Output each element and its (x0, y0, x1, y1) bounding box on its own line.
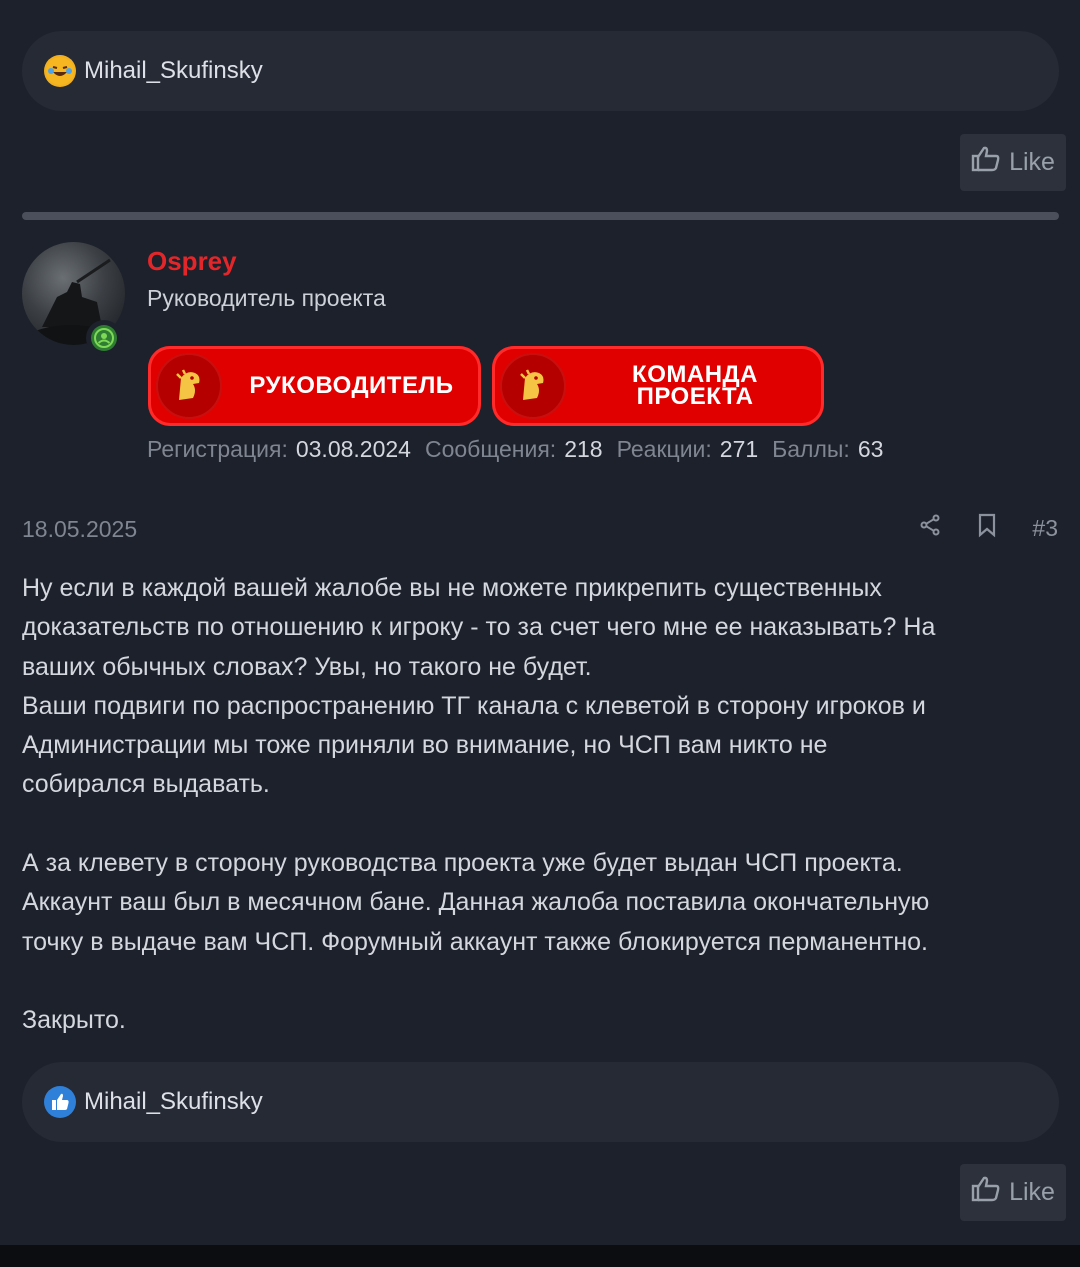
stat-value: 03.08.2024 (295, 436, 411, 462)
horse-emblem-icon (500, 353, 566, 419)
post-divider (22, 212, 1059, 220)
like-button[interactable]: Like (960, 134, 1066, 191)
bookmark-icon[interactable] (976, 512, 998, 544)
stat-label: Сообщения: (424, 436, 557, 462)
author-stats: Регистрация: 03.08.2024 Сообщения: 218 Р… (147, 436, 889, 463)
like-label: Like (1009, 148, 1055, 176)
stat-label: Регистрация: (147, 436, 288, 462)
like-reaction-icon (44, 1086, 76, 1118)
banner-text: КОМАНДА ПРОЕКТА (566, 363, 824, 410)
role-banner-team: КОМАНДА ПРОЕКТА (492, 346, 824, 426)
reaction-users[interactable]: Mihail_Skufinsky (84, 57, 263, 85)
like-label: Like (1009, 1178, 1055, 1206)
stat-value: 63 (857, 436, 884, 462)
post-number-link[interactable]: #3 (1032, 515, 1058, 542)
laughing-emoji-icon (44, 55, 76, 87)
banner-text: РУКОВОДИТЕЛЬ (249, 372, 454, 399)
thumbs-up-icon (971, 1175, 1001, 1210)
post-author-title: Руководитель проекта (147, 285, 386, 311)
horse-emblem-icon (156, 353, 222, 419)
stat-value: 218 (564, 436, 603, 462)
share-icon[interactable] (918, 513, 942, 543)
reactions-bar[interactable]: Mihail_Skufinsky (22, 1062, 1059, 1142)
reactions-bar-previous[interactable]: Mihail_Skufinsky (22, 31, 1059, 111)
banner-line: ПРОЕКТА (636, 383, 754, 410)
stat-label: Реакции: (616, 436, 712, 462)
post-author-name[interactable]: Osprey (147, 246, 237, 277)
stat-value: 271 (719, 436, 759, 462)
like-button[interactable]: Like (960, 1164, 1066, 1221)
online-status-icon (86, 320, 122, 356)
stat-label: Баллы: (772, 436, 850, 462)
post-tools: #3 (918, 512, 1058, 544)
thumbs-up-icon (971, 145, 1001, 180)
post-body: Ну если в каждой вашей жалобе вы не може… (22, 574, 936, 1035)
post-date[interactable]: 18.05.2025 (22, 516, 137, 543)
bottom-background-strip (0, 1245, 1080, 1267)
reaction-users[interactable]: Mihail_Skufinsky (84, 1088, 263, 1116)
role-banner-leader: РУКОВОДИТЕЛЬ (148, 346, 481, 426)
